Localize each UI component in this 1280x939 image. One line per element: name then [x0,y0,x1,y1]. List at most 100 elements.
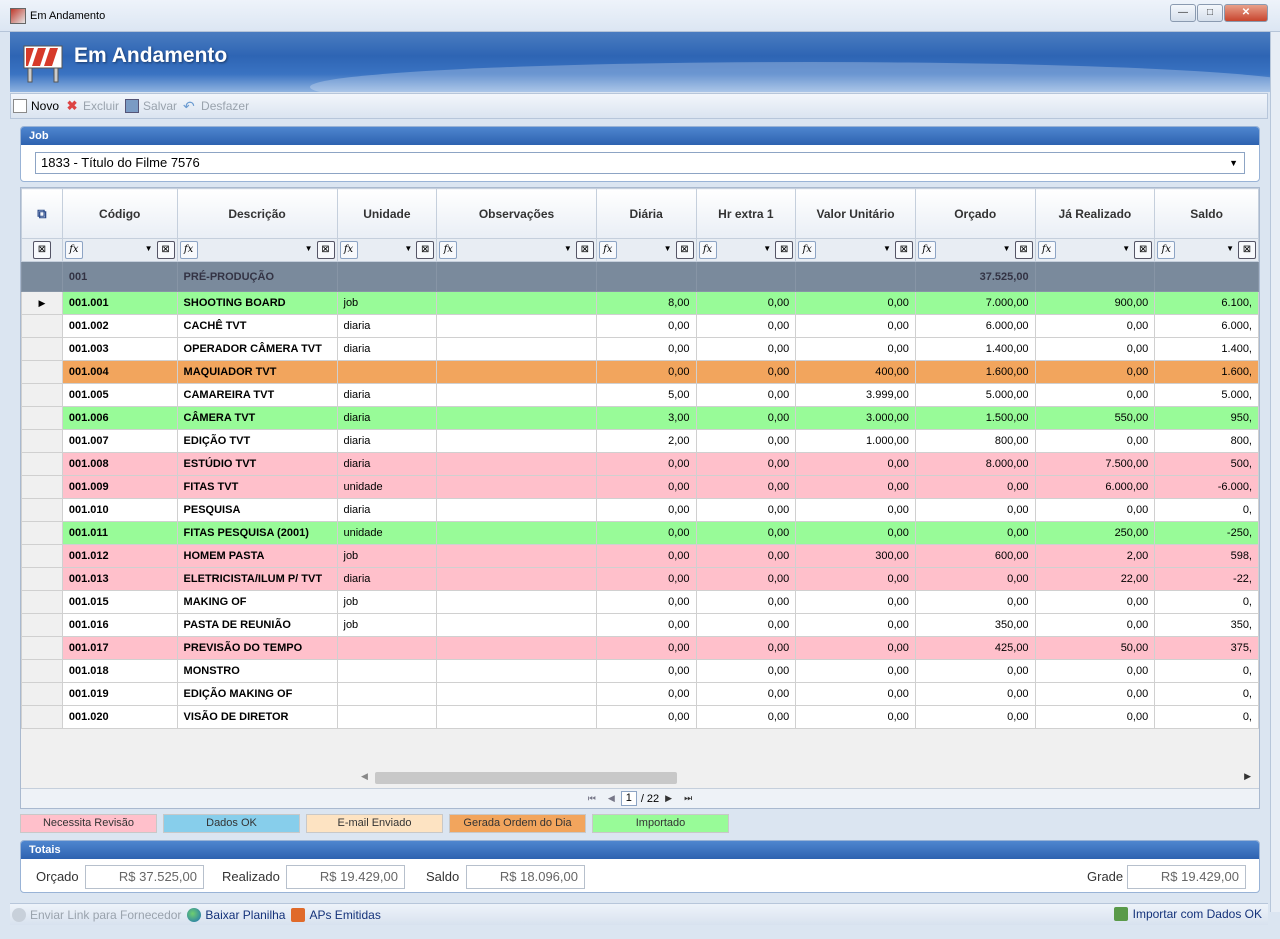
clear-filter-icon[interactable]: ⊠ [894,241,913,259]
row-indicator[interactable] [21,567,63,591]
orcado-cell[interactable]: 0,00 [914,567,1036,591]
table-row[interactable]: 001.019 EDIÇÃO MAKING OF 0,00 0,00 0,00 0,00 0… [21,682,1259,706]
observations-cell[interactable] [436,544,597,568]
function-icon[interactable]: fx [698,241,717,259]
first-page-icon[interactable]: ⏮ [588,793,596,804]
realizado-cell[interactable]: 0,00 [1034,383,1156,407]
hr-extra-cell[interactable]: 0,00 [695,475,797,499]
row-indicator[interactable] [21,475,63,499]
observations-cell[interactable] [436,613,597,637]
observations-cell[interactable] [436,590,597,614]
description-cell[interactable]: ESTÚDIO TVT [176,452,338,476]
table-row[interactable]: 001.013 ELETRICISTA/ILUM P/ TVT diaria 0,00… [21,567,1259,591]
download-spreadsheet-button[interactable]: Baixar Planilha [187,907,285,922]
saldo-cell[interactable]: 0, [1154,659,1259,683]
delete-button[interactable]: ✖ Excluir [65,99,119,114]
row-indicator[interactable] [21,613,63,637]
code-cell[interactable]: 001.010 [61,498,178,522]
table-row[interactable]: 001.009 FITAS TVT unidade 0,00 0,00 0,00 0,00 6… [21,475,1259,499]
unit-cell[interactable]: diaria [336,337,438,361]
observations-cell[interactable] [436,521,597,545]
description-cell[interactable]: MAQUIADOR TVT [176,360,338,384]
code-cell[interactable]: 001.017 [61,636,178,660]
column-header-diaria[interactable]: Diária [595,188,697,239]
description-cell[interactable]: ELETRICISTA/ILUM P/ TVT [176,567,338,591]
description-cell[interactable]: MAKING OF [176,590,338,614]
unit-value-cell[interactable]: 0,00 [795,291,916,315]
filter-dropdown[interactable] [939,241,1012,259]
diaria-cell[interactable]: 0,00 [595,682,697,706]
minimize-button[interactable]: — [1170,4,1196,22]
function-icon[interactable]: fx [598,241,617,259]
clear-filter-icon[interactable]: ⊠ [1238,241,1256,259]
hr-extra-cell[interactable]: 0,00 [695,567,797,591]
clear-filter-icon[interactable]: ⊠ [316,241,335,259]
table-row[interactable]: 001.005 CAMAREIRA TVT diaria 5,00 0,00 3.999,… [21,383,1259,407]
hr-extra-cell[interactable]: 0,00 [695,360,797,384]
description-cell[interactable]: PREVISÃO DO TEMPO [176,636,338,660]
unit-value-cell[interactable]: 1.000,00 [795,429,916,453]
column-header-descricao[interactable]: Descrição [176,188,338,239]
description-cell[interactable]: PESQUISA [176,498,338,522]
column-header-ja-realizado[interactable]: Já Realizado [1034,188,1156,239]
clear-filter-icon[interactable]: ⊠ [675,241,694,259]
diaria-cell[interactable]: 0,00 [595,590,697,614]
orcado-cell[interactable]: 425,00 [914,636,1036,660]
filter-dropdown[interactable] [620,241,673,259]
description-cell[interactable]: CACHÊ TVT [176,314,338,338]
unit-value-cell[interactable]: 0,00 [795,636,916,660]
diaria-cell[interactable]: 0,00 [595,613,697,637]
function-icon[interactable]: fx [339,241,358,259]
realizado-cell[interactable]: 7.500,00 [1034,452,1156,476]
filter-dropdown[interactable] [460,241,573,259]
observations-cell[interactable] [436,659,597,683]
realizado-cell[interactable]: 22,00 [1034,567,1156,591]
code-cell[interactable]: 001.020 [61,705,178,729]
clear-filter-icon[interactable]: ⊠ [1014,241,1033,259]
realizado-cell[interactable]: 550,00 [1034,406,1156,430]
saldo-cell[interactable]: 0, [1154,590,1259,614]
next-page-icon[interactable]: ▶ [665,793,672,804]
chevron-down-icon[interactable]: ▼ [1229,153,1238,173]
scroll-left-icon[interactable]: ◀ [361,771,368,782]
observations-cell[interactable] [436,383,597,407]
orcado-cell[interactable]: 0,00 [914,705,1036,729]
observations-cell[interactable] [436,314,597,338]
hr-extra-cell[interactable]: 0,00 [695,636,797,660]
hr-extra-cell[interactable]: 0,00 [695,590,797,614]
code-cell[interactable]: 001.016 [61,613,178,637]
import-button[interactable]: Importar com Dados OK [1113,907,1262,921]
diaria-cell[interactable]: 0,00 [595,521,697,545]
description-cell[interactable]: CÂMERA TVT [176,406,338,430]
maximize-button[interactable]: □ [1197,4,1223,22]
saldo-cell[interactable]: -6.000, [1154,475,1259,499]
observations-cell[interactable] [436,498,597,522]
unit-cell[interactable]: job [336,544,438,568]
row-indicator[interactable]: ▶ [21,291,63,315]
code-cell[interactable]: 001.018 [61,659,178,683]
table-row[interactable]: ▶ 001.001 SHOOTING BOARD job 8,00 0,00 0,00 7.0… [21,291,1259,315]
observations-cell[interactable] [436,636,597,660]
close-button[interactable]: ✕ [1224,4,1268,22]
table-row[interactable]: 001.015 MAKING OF job 0,00 0,00 0,00 0,00 0,00 0… [21,590,1259,614]
orcado-cell[interactable]: 0,00 [914,521,1036,545]
code-cell[interactable]: 001.009 [61,475,178,499]
unit-value-cell[interactable]: 0,00 [795,498,916,522]
realizado-cell[interactable]: 0,00 [1034,682,1156,706]
realizado-cell[interactable]: 50,00 [1034,636,1156,660]
code-cell[interactable]: 001.011 [61,521,178,545]
realizado-cell[interactable]: 0,00 [1034,429,1156,453]
filter-dropdown[interactable] [720,241,773,259]
orcado-cell[interactable]: 0,00 [914,498,1036,522]
column-header-observacoes[interactable]: Observações [436,188,597,239]
table-row[interactable]: 001.020 VISÃO DE DIRETOR 0,00 0,00 0,00 0,00 0… [21,705,1259,729]
saldo-cell[interactable]: 800, [1154,429,1259,453]
function-icon[interactable]: fx [179,241,198,259]
unit-value-cell[interactable]: 0,00 [795,613,916,637]
filter-dropdown[interactable] [819,241,892,259]
hr-extra-cell[interactable]: 0,00 [695,452,797,476]
table-row[interactable]: 001.018 MONSTRO 0,00 0,00 0,00 0,00 0,00 0, [21,659,1259,683]
unit-cell[interactable] [336,360,438,384]
diaria-cell[interactable]: 8,00 [595,291,697,315]
saldo-cell[interactable]: 5.000, [1154,383,1259,407]
